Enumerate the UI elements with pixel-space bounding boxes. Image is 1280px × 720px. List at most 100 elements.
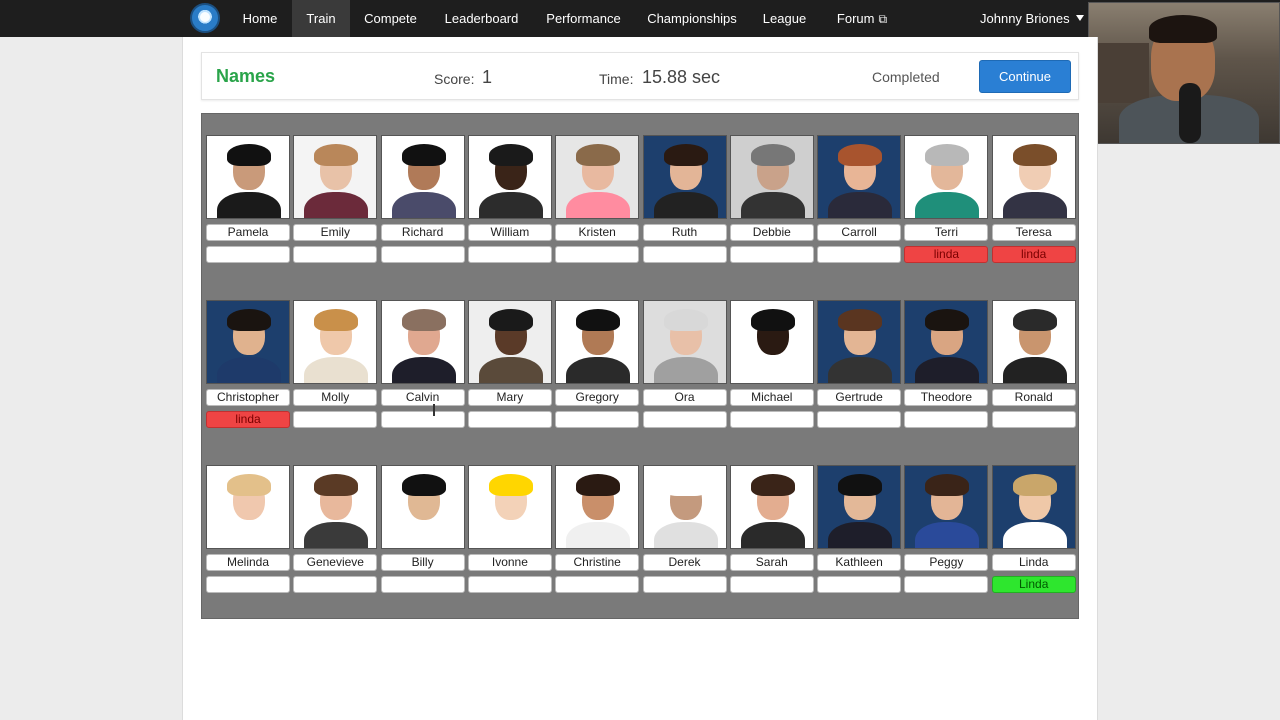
answer-field[interactable] (206, 246, 290, 263)
face-photo (817, 465, 902, 549)
nav-train[interactable]: Train (292, 0, 350, 37)
answer-field[interactable] (817, 246, 902, 263)
answer-field[interactable] (642, 576, 727, 593)
name-label: Derek (642, 554, 727, 571)
face-photo (467, 465, 552, 549)
photo-hair (925, 309, 970, 331)
photo-shirt (1002, 192, 1067, 218)
photo-shirt (566, 357, 631, 383)
face-photo (729, 135, 814, 219)
photo-hair (1012, 309, 1057, 331)
face-photo (991, 465, 1076, 549)
face-photo (729, 300, 814, 384)
chevron-down-icon[interactable] (1076, 15, 1084, 21)
name-label: Michael (729, 389, 814, 406)
answer-field[interactable] (293, 411, 378, 428)
answer-field[interactable] (642, 411, 727, 428)
continue-button[interactable]: Continue (979, 60, 1071, 93)
face-photo (904, 300, 989, 384)
answer-field[interactable] (380, 576, 465, 593)
photo-hair (401, 309, 446, 331)
answer-field[interactable]: linda (206, 411, 290, 428)
photo-hair (576, 474, 621, 496)
face-photo (467, 300, 552, 384)
answer-field[interactable] (817, 411, 902, 428)
answer-field[interactable] (467, 411, 552, 428)
answer-field[interactable] (380, 246, 465, 263)
photo-shirt (915, 192, 980, 218)
answer-field[interactable]: linda (904, 246, 989, 263)
name-label: Kathleen (817, 554, 902, 571)
name-label: Gertrude (817, 389, 902, 406)
photo-hair (401, 144, 446, 166)
answer-field[interactable] (642, 246, 727, 263)
name-label: Pamela (206, 224, 290, 241)
photo-hair (488, 474, 533, 496)
face-photo (991, 300, 1076, 384)
answer-field[interactable] (206, 576, 290, 593)
photo-shirt (391, 357, 456, 383)
names-grid: Pamela Emily Richard William Kristen Ruth Debb… (201, 113, 1079, 619)
answer-field[interactable] (729, 576, 814, 593)
nav-championships[interactable]: Championships (635, 0, 749, 37)
nav-performance[interactable]: Performance (533, 0, 634, 37)
photo-hair (663, 474, 708, 496)
face-photo (729, 465, 814, 549)
face-photo (991, 135, 1076, 219)
face-photo (380, 135, 465, 219)
nav-compete[interactable]: Compete (351, 0, 430, 37)
photo-shirt (304, 522, 369, 548)
answer-field[interactable] (555, 411, 640, 428)
face-photo (206, 135, 290, 219)
photo-shirt (566, 522, 631, 548)
status-bar: Names Score: 1 Time: 15.88 sec Completed… (201, 52, 1079, 100)
photo-shirt (1002, 522, 1067, 548)
answer-field[interactable] (380, 411, 465, 428)
photo-hair (750, 144, 795, 166)
photo-hair (925, 144, 970, 166)
name-label: Ora (642, 389, 727, 406)
photo-shirt (653, 357, 718, 383)
nav-leaderboard[interactable]: Leaderboard (431, 0, 532, 37)
user-menu[interactable]: Johnny Briones (980, 0, 1070, 37)
photo-shirt (391, 192, 456, 218)
photo-hair (227, 309, 271, 331)
answer-field[interactable] (555, 246, 640, 263)
name-label: Christopher (206, 389, 290, 406)
answer-field[interactable] (467, 246, 552, 263)
nav-forum[interactable]: Forum ⧉ (820, 0, 904, 37)
name-label: Molly (293, 389, 378, 406)
app-logo-icon[interactable] (190, 3, 220, 33)
answer-field[interactable] (467, 576, 552, 593)
name-label: Carroll (817, 224, 902, 241)
answer-field[interactable] (991, 411, 1076, 428)
microphone-icon (1179, 83, 1201, 143)
photo-shirt (217, 522, 281, 548)
answer-field[interactable] (904, 576, 989, 593)
photo-shirt (915, 357, 980, 383)
answer-field[interactable] (817, 576, 902, 593)
photo-shirt (740, 192, 805, 218)
answer-field[interactable]: linda (991, 246, 1076, 263)
photo-hair (314, 309, 359, 331)
answer-field[interactable]: Linda (991, 576, 1076, 593)
discipline-title: Names (216, 66, 276, 86)
name-label: Melinda (206, 554, 290, 571)
photo-hair (838, 309, 883, 331)
photo-shirt (740, 522, 805, 548)
name-label: Peggy (904, 554, 989, 571)
answer-field[interactable] (729, 411, 814, 428)
answer-field[interactable] (293, 576, 378, 593)
nav-league[interactable]: League (750, 0, 819, 37)
answer-field[interactable] (904, 411, 989, 428)
photo-shirt (828, 357, 893, 383)
nav-home[interactable]: Home (229, 0, 291, 37)
photo-shirt (478, 357, 543, 383)
answer-field[interactable] (555, 576, 640, 593)
photo-shirt (478, 522, 543, 548)
answer-field[interactable] (293, 246, 378, 263)
name-label: Theodore (904, 389, 989, 406)
face-photo (817, 135, 902, 219)
photo-shirt (828, 192, 893, 218)
answer-field[interactable] (729, 246, 814, 263)
